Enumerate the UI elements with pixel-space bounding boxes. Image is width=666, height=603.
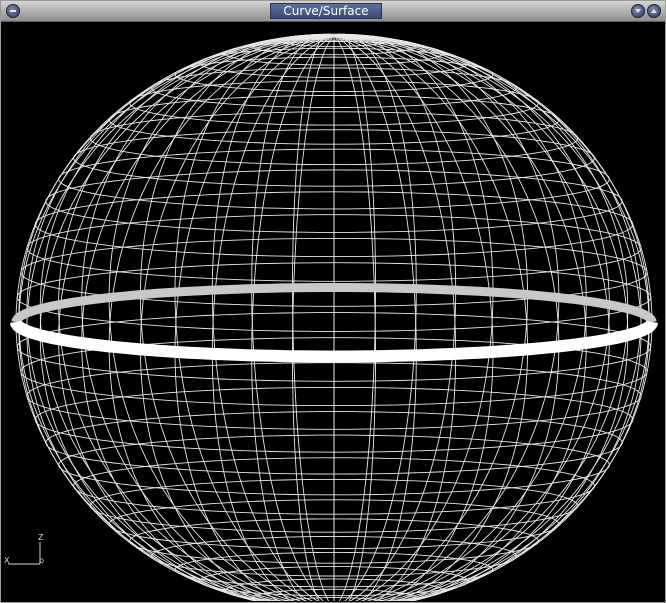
longitude-line <box>139 35 335 601</box>
3d-viewport[interactable]: Z X b <box>4 22 664 601</box>
minus-icon <box>10 10 16 12</box>
longitude-line <box>211 33 335 601</box>
longitude-line <box>26 35 335 601</box>
maximize-button[interactable] <box>647 4 661 18</box>
longitude-line <box>333 35 642 601</box>
x-axis-label: X <box>4 556 10 565</box>
z-axis-label: Z <box>38 533 44 542</box>
longitude-line <box>15 35 335 601</box>
window-title: Curve/Surface <box>270 3 382 19</box>
title-bar[interactable]: Curve/Surface <box>1 1 665 22</box>
longitude-line <box>292 33 335 601</box>
chevron-up-icon <box>651 9 657 13</box>
longitude-line <box>333 35 376 601</box>
longitude-line <box>333 35 642 601</box>
longitude-line <box>292 35 335 601</box>
wireframe-sphere <box>15 33 653 601</box>
longitude-line <box>333 33 376 601</box>
longitude-line <box>333 33 457 601</box>
longitude-line <box>211 35 335 601</box>
longitude-line <box>333 35 457 601</box>
minimize-button[interactable] <box>631 4 645 18</box>
longitude-line <box>333 35 653 601</box>
longitude-line <box>174 35 335 601</box>
axis-triad: Z X b <box>4 533 44 565</box>
longitude-line <box>333 35 529 601</box>
longitude-line <box>26 35 335 601</box>
wireframe-scene: Z X b <box>4 33 658 601</box>
chevron-down-icon <box>635 9 641 13</box>
y-axis-label: b <box>39 556 44 565</box>
longitude-line <box>333 35 494 601</box>
window-menu-button[interactable] <box>6 4 20 18</box>
curve-surface-window: Curve/Surface Z X b <box>0 0 666 603</box>
